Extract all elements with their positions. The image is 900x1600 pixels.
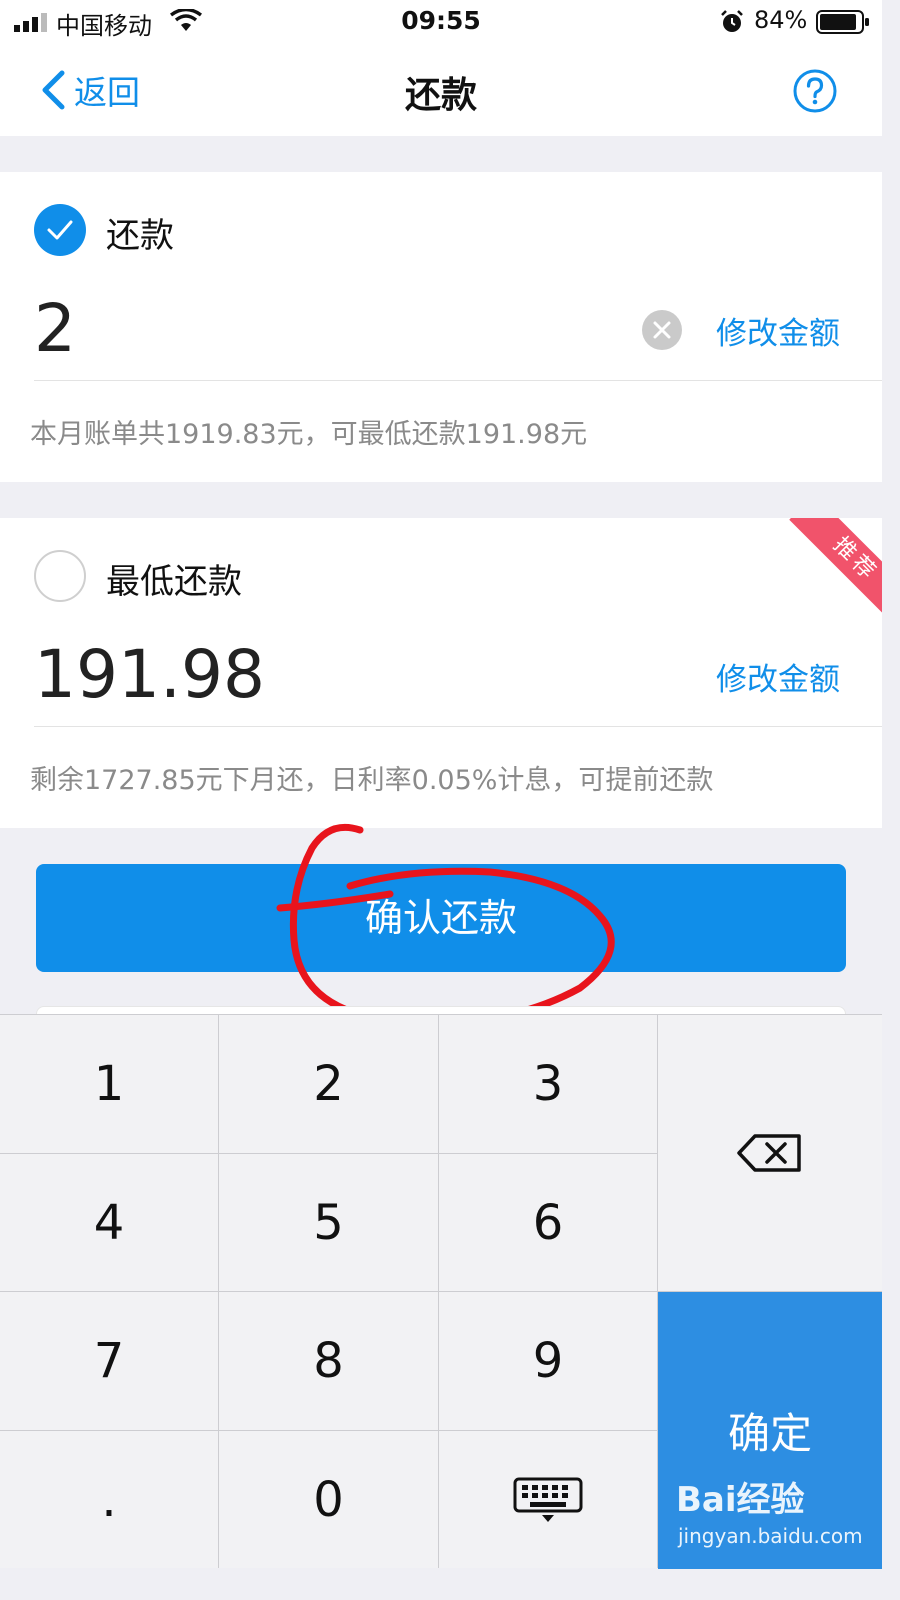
keyboard-icon <box>513 1477 583 1522</box>
hide-keyboard-button[interactable] <box>439 1431 657 1569</box>
interest-info-text: 剩余1727.85元下月还，日利率0.05%计息，可提前还款 <box>30 765 714 796</box>
key-3[interactable]: 3 <box>439 1015 657 1153</box>
min-repay-option-card[interactable]: 最低还款 191.98 修改金额 剩余1727.85元下月还，日利率0.05%计… <box>0 518 882 828</box>
modify-amount-link[interactable]: 修改金额 <box>716 308 840 353</box>
clear-icon[interactable] <box>642 310 682 350</box>
amount-input[interactable]: 2 <box>34 290 76 367</box>
nav-bar: 返回 还款 <box>0 46 882 136</box>
battery-percent: 84% <box>754 6 808 34</box>
divider <box>34 380 882 381</box>
key-dot[interactable]: . <box>0 1431 218 1569</box>
divider <box>34 726 882 727</box>
checkmark-icon <box>47 220 73 240</box>
key-4[interactable]: 4 <box>0 1154 218 1291</box>
modify-amount-link[interactable]: 修改金额 <box>716 654 840 699</box>
key-1[interactable]: 1 <box>0 1015 218 1153</box>
key-0[interactable]: 0 <box>219 1431 438 1569</box>
status-bar: 中国移动 09:55 84% <box>0 0 882 46</box>
key-5[interactable]: 5 <box>219 1154 438 1291</box>
backspace-icon <box>737 1134 801 1172</box>
bill-summary-text: 本月账单共1919.83元，可最低还款191.98元 <box>30 419 588 450</box>
option-label: 还款 <box>106 216 174 256</box>
key-7[interactable]: 7 <box>0 1292 218 1430</box>
recommend-badge: 推荐 <box>789 518 882 626</box>
battery-icon <box>816 10 869 34</box>
keypad-confirm-button[interactable]: 确定 <box>658 1292 882 1569</box>
radio-checked[interactable] <box>34 204 86 256</box>
key-2[interactable]: 2 <box>219 1015 438 1153</box>
numeric-keypad: 1 2 3 4 5 6 7 8 9 . 0 确定 <box>0 1014 882 1569</box>
key-6[interactable]: 6 <box>439 1154 657 1291</box>
radio-unchecked[interactable] <box>34 550 86 602</box>
alarm-icon <box>721 10 743 32</box>
clock: 09:55 <box>401 6 481 35</box>
backspace-button[interactable] <box>658 1015 882 1291</box>
key-9[interactable]: 9 <box>439 1292 657 1430</box>
page-title: 还款 <box>404 75 477 116</box>
confirm-repay-button[interactable]: 确认还款 <box>36 864 846 972</box>
help-icon[interactable] <box>792 68 838 114</box>
amount-value: 191.98 <box>34 636 265 713</box>
repay-option-card[interactable]: 还款 2 修改金额 本月账单共1919.83元，可最低还款191.98元 <box>0 172 882 482</box>
option-label: 最低还款 <box>106 562 242 602</box>
key-8[interactable]: 8 <box>219 1292 438 1430</box>
